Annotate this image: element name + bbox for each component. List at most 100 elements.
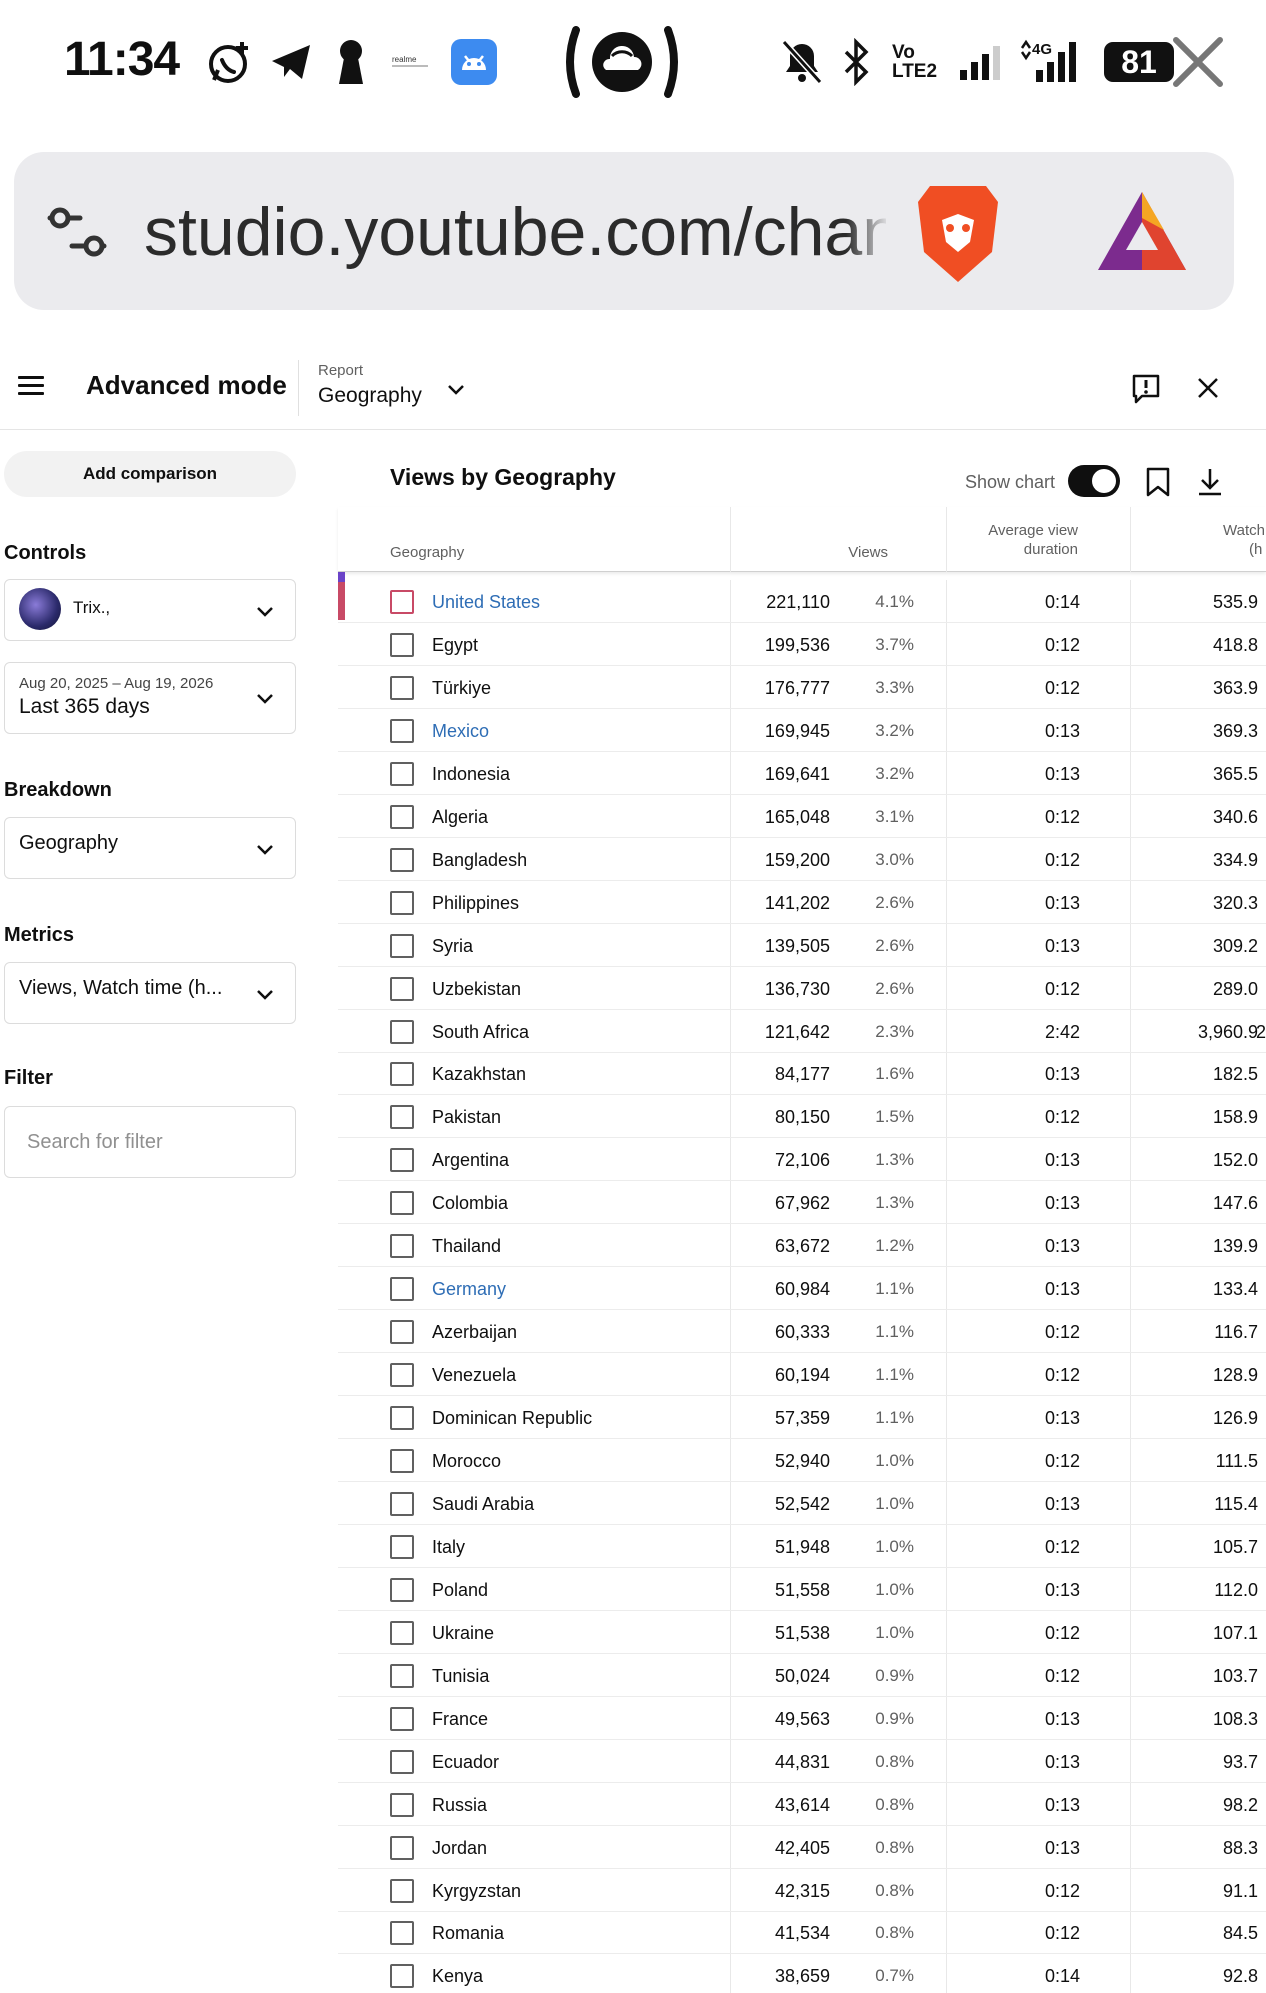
row-checkbox[interactable]: [390, 1148, 414, 1173]
country-name[interactable]: Mexico: [432, 721, 489, 742]
row-checkbox[interactable]: [390, 1964, 414, 1989]
feedback-icon[interactable]: [1130, 372, 1162, 409]
chevron-down-icon[interactable]: [444, 378, 468, 407]
filter-search-input[interactable]: [4, 1106, 296, 1178]
table-row[interactable]: Kyrgyzstan 42,315 0.8% 0:12 91.1: [338, 1869, 1266, 1912]
table-row[interactable]: Türkiye 176,777 3.3% 0:12 363.9: [338, 666, 1266, 709]
table-row[interactable]: Jordan 42,405 0.8% 0:13 88.3: [338, 1826, 1266, 1869]
row-checkbox[interactable]: [390, 1663, 414, 1688]
row-checkbox[interactable]: [390, 1191, 414, 1216]
row-checkbox[interactable]: [390, 761, 414, 786]
row-checkbox[interactable]: [390, 1749, 414, 1774]
site-settings-icon[interactable]: [46, 200, 110, 269]
row-checkbox[interactable]: [390, 1491, 414, 1516]
show-chart-toggle[interactable]: [1068, 465, 1120, 497]
keyhole-icon: [334, 36, 368, 88]
table-row[interactable]: Poland 51,558 1.0% 0:13 112.0: [338, 1568, 1266, 1611]
table-row[interactable]: Bangladesh 159,200 3.0% 0:12 334.9: [338, 838, 1266, 881]
close-report-icon[interactable]: [1196, 376, 1220, 405]
table-row[interactable]: Saudi Arabia 52,542 1.0% 0:13 115.4: [338, 1482, 1266, 1525]
table-row[interactable]: Indonesia 169,641 3.2% 0:13 365.5: [338, 752, 1266, 795]
table-row[interactable]: Egypt 199,536 3.7% 0:12 418.8: [338, 623, 1266, 666]
close-icon[interactable]: [1170, 34, 1226, 90]
country-name[interactable]: Germany: [432, 1279, 506, 1300]
row-checkbox[interactable]: [390, 847, 414, 872]
row-checkbox[interactable]: [390, 1406, 414, 1431]
row-checkbox[interactable]: [390, 1363, 414, 1388]
row-checkbox[interactable]: [390, 1019, 414, 1044]
column-header-views[interactable]: Views: [730, 543, 888, 562]
row-checkbox[interactable]: [390, 1706, 414, 1731]
report-select[interactable]: Geography: [318, 384, 422, 408]
bookmark-icon[interactable]: [1144, 466, 1172, 503]
row-checkbox[interactable]: [390, 1620, 414, 1645]
views-value: 169,641: [764, 763, 830, 784]
add-comparison-button[interactable]: Add comparison: [4, 451, 296, 497]
table-row[interactable]: Morocco 52,940 1.0% 0:12 111.5: [338, 1439, 1266, 1482]
channel-select[interactable]: Trix.,: [4, 579, 296, 641]
row-checkbox[interactable]: [390, 804, 414, 829]
table-row[interactable]: Italy 51,948 1.0% 0:12 105.7: [338, 1525, 1266, 1568]
table-row[interactable]: Thailand 63,672 1.2% 0:13 139.9: [338, 1224, 1266, 1268]
row-checkbox[interactable]: [390, 1878, 414, 1903]
url-bar[interactable]: studio.youtube.com/channel: [14, 152, 1234, 310]
row-checkbox[interactable]: [390, 1577, 414, 1602]
brave-shield-icon[interactable]: [912, 180, 1004, 291]
row-checkbox[interactable]: [390, 1105, 414, 1130]
date-range-select[interactable]: Aug 20, 2025 – Aug 19, 2026 Last 365 day…: [4, 662, 296, 734]
views-percent: 1.3%: [875, 1150, 914, 1170]
table-row[interactable]: United States 221,110 4.1% 0:14 535.9: [338, 580, 1266, 623]
table-row[interactable]: Ukraine 51,538 1.0% 0:12 107.1: [338, 1611, 1266, 1654]
country-name: Ecuador: [432, 1751, 500, 1772]
views-percent: 3.0%: [875, 849, 914, 869]
avg-view-duration: 0:13: [1044, 1193, 1080, 1214]
table-row[interactable]: Azerbaijan 60,333 1.1% 0:12 116.7: [338, 1310, 1266, 1354]
table-row[interactable]: Kazakhstan 84,177 1.6% 0:13 182.5: [338, 1052, 1266, 1096]
menu-icon[interactable]: [18, 376, 44, 396]
column-header-average-view-duration[interactable]: Average view duration: [918, 521, 1078, 559]
row-checkbox[interactable]: [390, 1921, 414, 1946]
row-checkbox[interactable]: [390, 1320, 414, 1345]
row-checkbox[interactable]: [390, 1277, 414, 1302]
table-row[interactable]: Argentina 72,106 1.3% 0:13 152.0: [338, 1138, 1266, 1182]
views-value: 199,536: [764, 634, 830, 655]
table-row[interactable]: South Africa 121,642 2.3% 2:42 3,960.9 2: [338, 1010, 1266, 1053]
table-row[interactable]: Germany 60,984 1.1% 0:13 133.4: [338, 1267, 1266, 1311]
table-row[interactable]: France 49,563 0.9% 0:13 108.3: [338, 1697, 1266, 1740]
brave-rewards-icon[interactable]: [1094, 188, 1190, 279]
row-checkbox[interactable]: [390, 718, 414, 743]
row-checkbox[interactable]: [390, 1792, 414, 1817]
table-row[interactable]: Dominican Republic 57,359 1.1% 0:13 126.9: [338, 1396, 1266, 1440]
table-row[interactable]: Russia 43,614 0.8% 0:13 98.2: [338, 1783, 1266, 1826]
row-checkbox[interactable]: [390, 1449, 414, 1473]
row-checkbox[interactable]: [390, 632, 414, 657]
metrics-select[interactable]: Views, Watch time (h...: [4, 962, 296, 1024]
row-checkbox[interactable]: [390, 1534, 414, 1559]
table-row[interactable]: Mexico 169,945 3.2% 0:13 369.3: [338, 709, 1266, 752]
table-row[interactable]: Syria 139,505 2.6% 0:13 309.2: [338, 924, 1266, 967]
row-checkbox[interactable]: [390, 1062, 414, 1087]
table-row[interactable]: Venezuela 60,194 1.1% 0:12 128.9: [338, 1353, 1266, 1397]
url-text[interactable]: studio.youtube.com/channel: [144, 192, 886, 272]
table-row[interactable]: Tunisia 50,024 0.9% 0:12 103.7: [338, 1654, 1266, 1697]
table-row[interactable]: Ecuador 44,831 0.8% 0:13 93.7: [338, 1740, 1266, 1783]
row-checkbox[interactable]: [390, 1835, 414, 1860]
row-checkbox[interactable]: [390, 933, 414, 958]
row-checkbox[interactable]: [390, 590, 414, 614]
download-icon[interactable]: [1196, 466, 1224, 503]
country-name[interactable]: United States: [432, 592, 540, 613]
table-row[interactable]: Philippines 141,202 2.6% 0:13 320.3: [338, 881, 1266, 924]
table-row[interactable]: Colombia 67,962 1.3% 0:13 147.6: [338, 1181, 1266, 1225]
column-header-watch-time[interactable]: Watch (h: [1223, 521, 1266, 559]
table-row[interactable]: Algeria 165,048 3.1% 0:12 340.6: [338, 795, 1266, 838]
column-header-geography[interactable]: Geography: [390, 543, 464, 562]
table-row[interactable]: Romania 41,534 0.8% 0:12 84.5: [338, 1911, 1266, 1955]
row-checkbox[interactable]: [390, 890, 414, 915]
row-checkbox[interactable]: [390, 675, 414, 700]
row-checkbox[interactable]: [390, 976, 414, 1001]
row-checkbox[interactable]: [390, 1234, 414, 1259]
table-row[interactable]: Kenya 38,659 0.7% 0:14 92.8: [338, 1954, 1266, 1993]
breakdown-select[interactable]: Geography: [4, 817, 296, 879]
table-row[interactable]: Pakistan 80,150 1.5% 0:12 158.9: [338, 1095, 1266, 1139]
table-row[interactable]: Uzbekistan 136,730 2.6% 0:12 289.0: [338, 967, 1266, 1010]
